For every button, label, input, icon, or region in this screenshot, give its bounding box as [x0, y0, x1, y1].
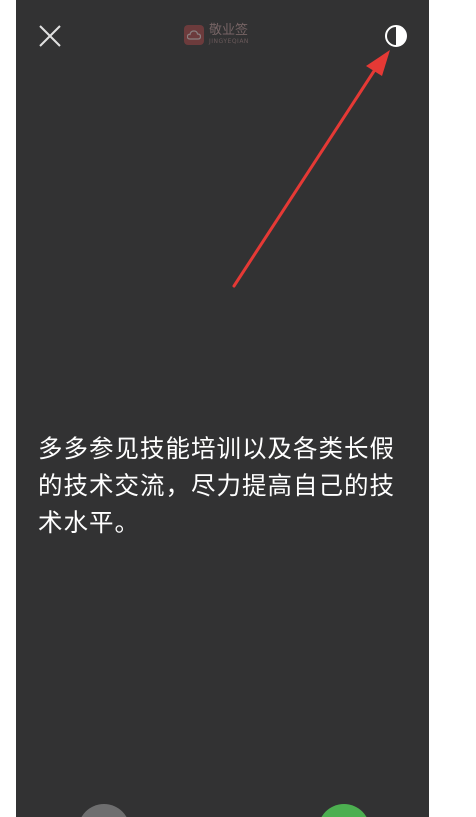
red-arrow-annotation — [232, 50, 390, 288]
logo-name: 敬业签 — [209, 23, 249, 38]
main-text: 多多参见技能培训以及各类长假的技术交流，尽力提高自己的技术水平。 — [38, 434, 395, 537]
bottom-left-button[interactable] — [78, 804, 130, 817]
logo-subtitle: JINGYEQIAN — [209, 38, 249, 45]
close-icon — [39, 25, 61, 47]
app-logo: 敬业签 JINGYEQIAN — [184, 24, 249, 45]
contrast-toggle-button[interactable] — [384, 24, 408, 48]
bottom-right-button[interactable] — [318, 804, 370, 817]
cloud-icon — [184, 24, 204, 45]
phone-screen: 敬业签 JINGYEQIAN 多多参见技能培训以及各类长假的技术交流，尽力提高自… — [16, 0, 429, 817]
contrast-icon — [385, 25, 407, 47]
close-button[interactable] — [36, 22, 64, 50]
